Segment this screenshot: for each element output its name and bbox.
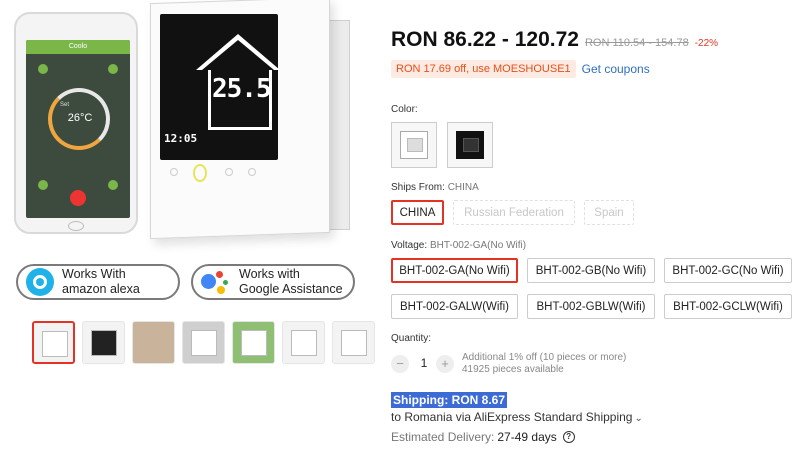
ships-from-spain[interactable]: Spain	[584, 200, 634, 225]
quantity-minus-button[interactable]: −	[391, 355, 409, 373]
chevron-down-icon: ⌄	[634, 413, 643, 424]
shipping-method[interactable]: to Romania via AliExpress Standard Shipp…	[391, 410, 643, 424]
voltage-option-gb[interactable]: BHT-002-GB(No Wifi)	[527, 258, 655, 283]
ships-from-value: CHINA	[447, 182, 479, 193]
delivery-label: Estimated Delivery:	[391, 430, 495, 444]
ships-from-title: Ships From:	[391, 182, 445, 193]
coupon-row: RON 17.69 off, use MOESHOUSE1 Get coupon…	[391, 60, 650, 78]
voltage-label: Voltage: BHT-002-GA(No Wifi)	[391, 240, 526, 251]
thermostat-button-icon	[225, 168, 233, 176]
shipping-cost: Shipping: RON 8.67	[391, 392, 508, 408]
google-assistant-badge: Works with Google Assistance	[191, 264, 355, 300]
shipping-method-text: to Romania via AliExpress Standard Shipp…	[391, 410, 633, 424]
app-minus-icon	[38, 180, 48, 190]
thermostat-button-icon	[170, 168, 178, 176]
help-icon[interactable]: ?	[562, 431, 575, 443]
color-label: Color:	[391, 104, 418, 115]
voltage-option-gblw[interactable]: BHT-002-GBLW(Wifi)	[527, 294, 655, 319]
voltage-value: BHT-002-GA(No Wifi)	[429, 240, 527, 251]
original-price: RON 110.54 - 154.78	[584, 37, 689, 49]
power-icon	[70, 190, 86, 206]
app-settings-icon	[108, 64, 118, 74]
voltage-option-gclw[interactable]: BHT-002-GCLW(Wifi)	[664, 294, 792, 319]
thermostat-temperature: 25.5	[212, 74, 272, 104]
voltage-option-galw[interactable]: BHT-002-GALW(Wifi)	[391, 294, 518, 319]
quantity-note: Additional 1% off (10 pieces or more) 41…	[462, 352, 626, 376]
phone-app-screen: Coolo Set 26°C	[26, 40, 130, 218]
discount-badge: -22%	[694, 38, 719, 49]
thermostat-highlight-ring	[193, 164, 207, 182]
get-coupons-link[interactable]: Get coupons	[582, 62, 650, 76]
phone-mockup: Coolo Set 26°C	[14, 12, 138, 234]
ships-from-russia[interactable]: Russian Federation	[453, 200, 575, 225]
delivery-days: 27-49 days	[497, 430, 557, 444]
app-plus-icon	[108, 180, 118, 190]
phone-temperature: 26°C	[67, 112, 93, 124]
alexa-badge: Works With amazon alexa	[16, 264, 180, 300]
color-option-black[interactable]	[447, 122, 493, 168]
alexa-badge-text: Works With amazon alexa	[62, 267, 140, 297]
estimated-delivery: Estimated Delivery: 27-49 days ?	[391, 430, 575, 444]
quantity-plus-button[interactable]: +	[436, 355, 454, 373]
quantity-label: Quantity:	[391, 333, 432, 344]
thermostat-button-icon	[248, 168, 256, 176]
google-assistant-logo-icon	[201, 268, 231, 296]
ships-from-china[interactable]: CHINA	[391, 200, 444, 225]
voltage-option-ga[interactable]: BHT-002-GA(No Wifi)	[391, 258, 518, 283]
phone-app-bar: Coolo	[26, 40, 130, 54]
thumbnail-3[interactable]	[132, 321, 175, 364]
phone-set-label: Set	[60, 102, 70, 108]
thumbnail-5[interactable]	[232, 321, 275, 364]
alexa-badge-line1: Works With	[62, 267, 126, 281]
google-badge-text: Works with Google Assistance	[239, 267, 343, 297]
bulk-discount-note: Additional 1% off (10 pieces or more)	[462, 352, 627, 363]
color-option-white[interactable]	[391, 122, 437, 168]
thumbnail-1[interactable]	[32, 321, 75, 364]
ships-from-label: Ships From: CHINA	[391, 182, 479, 193]
alexa-badge-line2: amazon alexa	[62, 282, 140, 296]
thumbnail-strip	[32, 321, 375, 364]
price-row: RON 86.22 - 120.72 RON 110.54 - 154.78 -…	[391, 28, 718, 52]
alexa-logo-icon	[26, 268, 54, 296]
google-badge-line1: Works with	[239, 267, 300, 281]
thumbnail-2[interactable]	[82, 321, 125, 364]
thermostat-screen: 25.5 12:05	[160, 14, 280, 160]
product-main-image[interactable]: Coolo Set 26°C 25.5 12:05 Works With ama…	[0, 0, 372, 310]
home-button-icon	[68, 221, 84, 231]
voltage-option-gc[interactable]: BHT-002-GC(No Wifi)	[664, 258, 792, 283]
coupon-tag: RON 17.69 off, use MOESHOUSE1	[391, 60, 576, 78]
thermostat-clock: 12:05	[164, 132, 198, 145]
quantity-input[interactable]: 1	[417, 356, 431, 370]
pieces-available: 41925 pieces available	[462, 364, 564, 375]
price-range: RON 86.22 - 120.72	[391, 28, 579, 51]
app-mode-icon	[38, 64, 48, 74]
google-badge-line2: Google Assistance	[239, 282, 343, 296]
thumbnail-4[interactable]	[182, 321, 225, 364]
thumbnail-7[interactable]	[332, 321, 375, 364]
house-icon-inner	[202, 40, 274, 70]
voltage-title: Voltage:	[391, 240, 428, 251]
thumbnail-6[interactable]	[282, 321, 325, 364]
